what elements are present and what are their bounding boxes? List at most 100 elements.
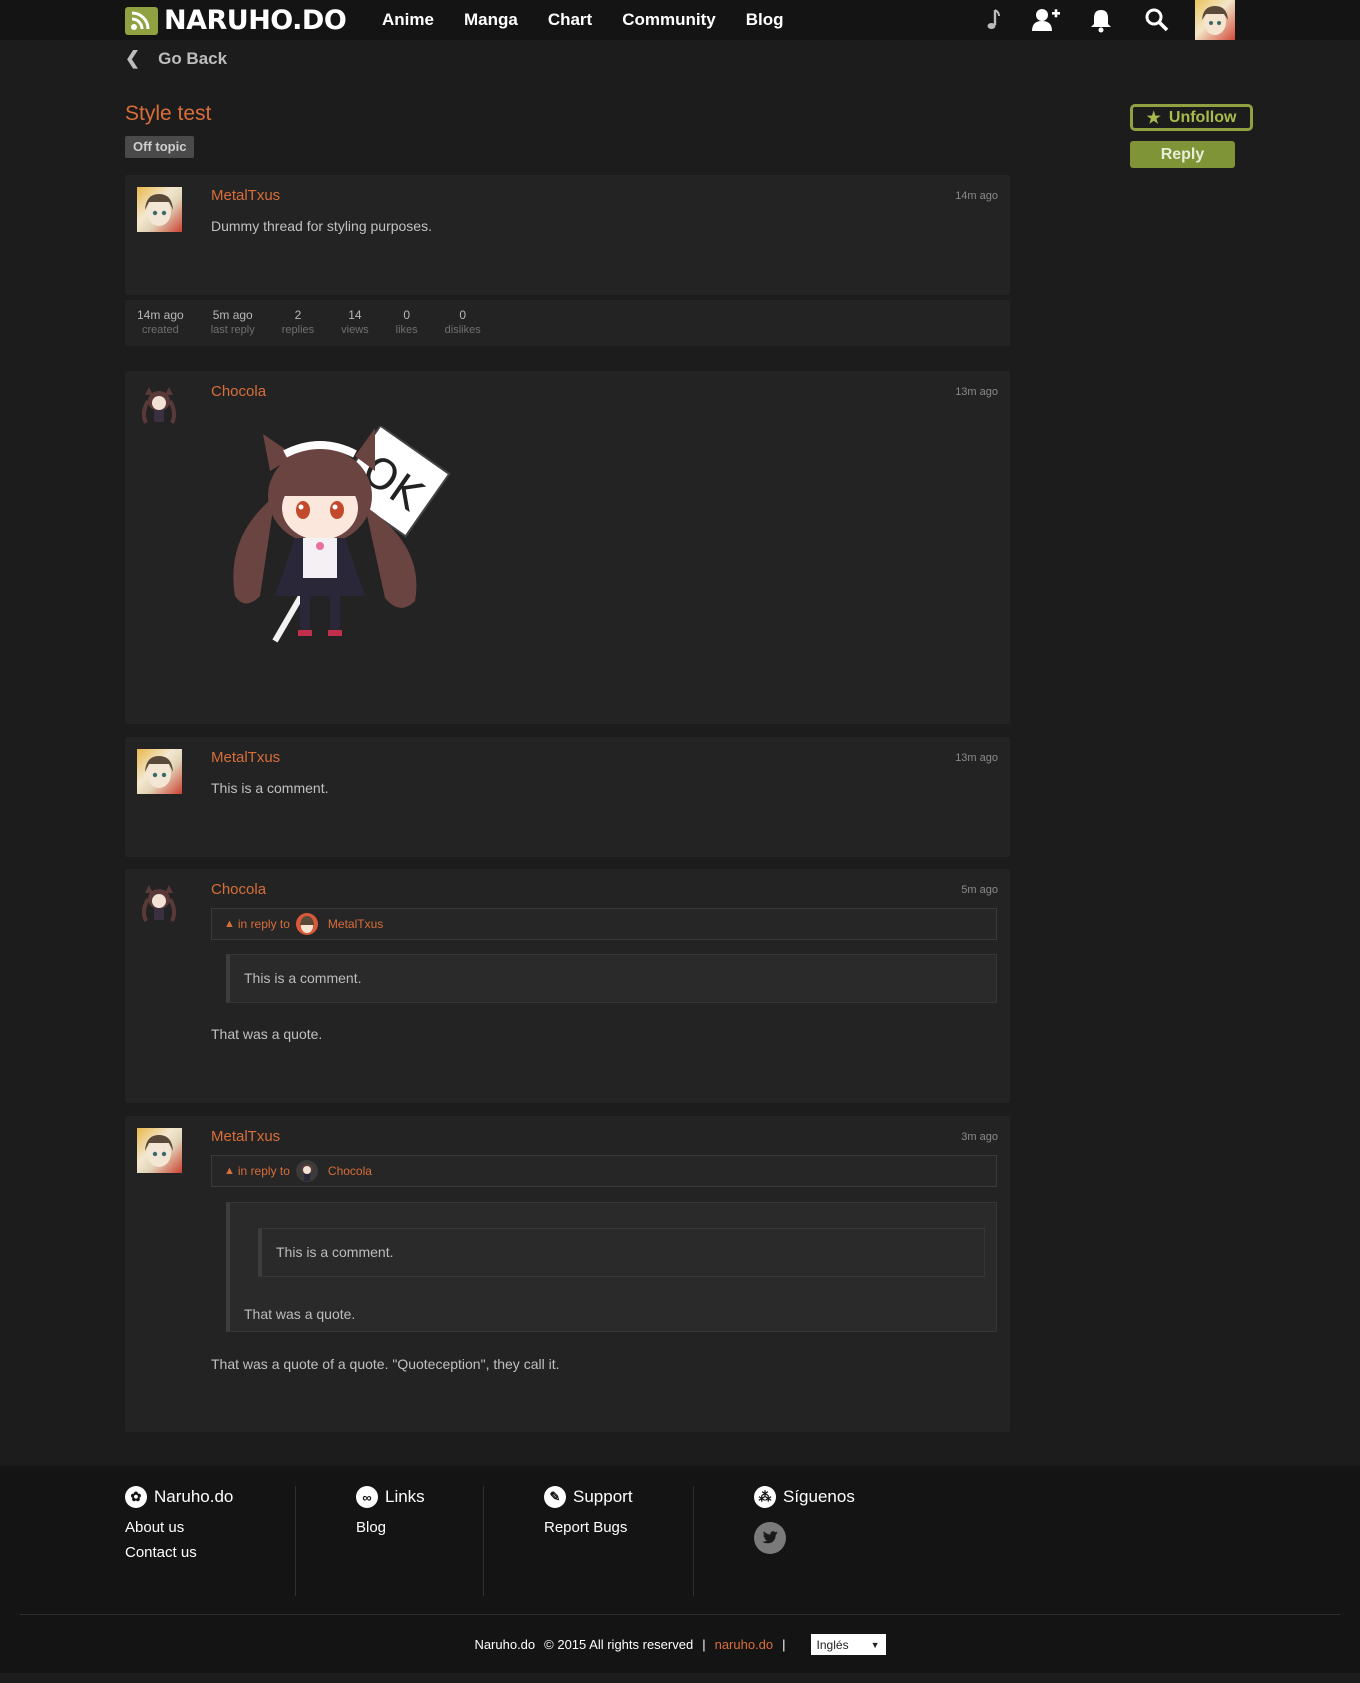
footer-divider [483,1486,484,1596]
reply-to-author[interactable]: MetalTxus [328,917,383,931]
avatar[interactable] [137,881,182,926]
language-select[interactable]: Inglés ▼ [810,1634,886,1655]
post-time: 13m ago [955,752,998,764]
footer-divider [295,1486,296,1596]
inner-blockquote: This is a comment. [258,1228,985,1277]
footer-heading: Naruho.do [154,1487,234,1506]
add-user-icon[interactable] [1031,6,1060,34]
footer-sep: | [702,1637,706,1652]
post-author[interactable]: MetalTxus [211,1128,280,1145]
footer-bottom: Naruho.do © 2015 All rights reserved | n… [0,1634,1360,1655]
chocola-ok-sticker: OK [215,424,465,650]
post-original: MetalTxus 14m ago Dummy thread for styli… [125,175,1010,295]
post-reply: Chocola 5m ago ▲ in reply to MetalTxus T… [125,869,1010,1103]
post-time: 13m ago [955,386,998,398]
reply-to-author[interactable]: Chocola [328,1164,372,1178]
link-icon: ∞ [356,1486,378,1508]
nav-chart[interactable]: Chart [548,10,592,30]
music-note-icon[interactable] [980,6,1008,34]
post-time: 3m ago [961,1131,998,1143]
stat-created: 14m ago created [137,308,184,336]
outer-quote-text: That was a quote. [244,1306,356,1322]
main-nav: Anime Manga Chart Community Blog [382,0,814,40]
in-reply-to-bar[interactable]: ▲ in reply to MetalTxus [211,908,997,940]
nav-community[interactable]: Community [622,10,716,30]
wrench-icon: ✎ [544,1486,566,1508]
in-reply-to-bar[interactable]: ▲ in reply to Chocola [211,1155,997,1187]
inner-quote-text: This is a comment. [276,1244,394,1260]
avatar[interactable] [137,1128,182,1173]
stat-dislikes: 0 dislikes [444,308,481,336]
star-icon: ★ [1146,109,1161,127]
footer-heading: Síguenos [783,1487,855,1506]
go-back-label: Go Back [158,48,228,68]
language-value: Inglés [816,1637,849,1652]
stat-views: 14 views [341,308,369,336]
footer-link-about[interactable]: About us [125,1519,233,1536]
arrow-up-icon: ▲ [224,918,235,930]
logo-text: NARUHO.DO [164,5,347,36]
post-reply: MetalTxus 3m ago ▲ in reply to Chocola T… [125,1116,1010,1432]
avatar[interactable] [137,383,182,428]
chevron-left-icon: ❮ [125,48,141,68]
twitter-icon[interactable] [754,1522,786,1554]
footer-sep: | [782,1637,786,1652]
post-text: That was a quote. [211,1026,323,1042]
reply-avatar [295,1160,318,1182]
outer-blockquote: This is a comment. That was a quote. [226,1202,997,1332]
arrow-up-icon: ▲ [224,1165,235,1177]
post-time: 14m ago [955,190,998,202]
caret-down-icon: ▼ [870,1639,880,1650]
post-author[interactable]: Chocola [211,881,266,898]
thread-tag[interactable]: Off topic [125,136,195,158]
top-navbar: NARUHO.DO Anime Manga Chart Community Bl… [0,0,1360,40]
stat-replies: 2 replies [281,308,315,336]
footer: ✿ Naruho.do About us Contact us ∞ Links … [0,1466,1360,1673]
footer-link-blog[interactable]: Blog [356,1519,425,1536]
reply-button[interactable]: Reply [1130,141,1235,168]
quote-text: This is a comment. [244,970,362,986]
stat-likes: 0 likes [395,308,418,336]
footer-divider [693,1486,694,1596]
post-text: That was a quote of a quote. "Quotecepti… [211,1356,560,1372]
unfollow-button[interactable]: ★ Unfollow [1130,104,1253,131]
avatar[interactable] [137,749,182,794]
user-avatar[interactable] [1195,0,1235,40]
footer-col-social: ⁂ Síguenos [754,1486,855,1554]
bell-icon[interactable] [1088,6,1116,34]
post-reply: Chocola 13m ago OK [125,371,1010,724]
footer-copyright: © 2015 All rights reserved [544,1637,694,1652]
go-back-link[interactable]: ❮ Go Back [125,48,227,69]
in-reply-label: in reply to [237,1164,290,1178]
post-author[interactable]: MetalTxus [211,749,280,766]
footer-col-support: ✎ Support Report Bugs [544,1486,633,1536]
footer-site-link[interactable]: naruho.do [715,1637,774,1652]
logo-rss-icon [125,7,158,35]
footer-heading: Support [573,1487,633,1506]
search-icon[interactable] [1143,6,1171,34]
footer-col-naruhodo: ✿ Naruho.do About us Contact us [125,1486,233,1561]
nav-anime[interactable]: Anime [382,10,434,30]
thread-stats: 14m ago created 5m ago last reply 2 replies… [125,300,1010,346]
footer-link-report-bugs[interactable]: Report Bugs [544,1519,633,1536]
post-author[interactable]: Chocola [211,383,266,400]
footer-link-contact[interactable]: Contact us [125,1544,233,1561]
post-text: Dummy thread for styling purposes. [211,218,432,234]
footer-separator [20,1614,1340,1615]
nav-blog[interactable]: Blog [746,10,784,30]
footer-col-links: ∞ Links Blog [356,1486,425,1536]
nav-manga[interactable]: Manga [464,10,518,30]
reply-avatar [295,913,318,935]
thread-title: Style test [125,102,212,125]
in-reply-label: in reply to [237,917,290,931]
post-author[interactable]: MetalTxus [211,187,280,204]
blockquote: This is a comment. [226,954,997,1003]
footer-brand: Naruho.do [474,1637,536,1652]
avatar[interactable] [137,187,182,232]
post-reply: MetalTxus 13m ago This is a comment. [125,737,1010,857]
footer-heading: Links [385,1487,425,1506]
unfollow-label: Unfollow [1168,108,1237,126]
site-logo[interactable]: NARUHO.DO [125,5,347,36]
share-icon: ⁂ [754,1486,776,1508]
stat-last-reply: 5m ago last reply [210,308,255,336]
